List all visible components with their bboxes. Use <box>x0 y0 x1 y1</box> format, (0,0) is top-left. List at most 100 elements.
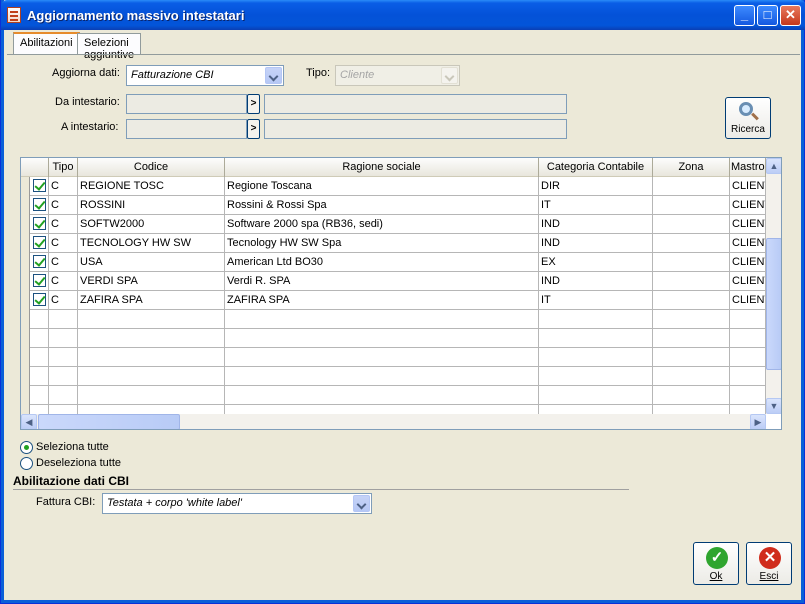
cell-zona[interactable] <box>653 291 730 310</box>
cell-categoria-contabile[interactable] <box>539 367 653 386</box>
horizontal-scrollbar[interactable]: ◀ ▶ <box>21 414 766 429</box>
scroll-left-icon[interactable]: ◀ <box>21 414 37 429</box>
chevron-down-icon[interactable] <box>353 495 370 512</box>
horizontal-scroll-thumb[interactable] <box>38 414 180 429</box>
row-selector[interactable] <box>21 386 30 405</box>
vertical-scroll-thumb[interactable] <box>766 238 781 370</box>
cell-codice[interactable] <box>78 310 225 329</box>
maximize-button[interactable]: □ <box>757 5 778 26</box>
table-row[interactable]: C TECNOLOGY HW SW Tecnology HW SW Spa IND CL… <box>21 234 766 253</box>
scroll-up-icon[interactable]: ▲ <box>766 158 781 174</box>
table-row[interactable]: CVERDI SPAVerdi R. SPAIND CLIENT <box>21 272 766 291</box>
row-checkbox[interactable] <box>33 198 46 211</box>
fattura-cbi-select[interactable]: Testata + corpo 'white label' <box>102 493 372 514</box>
tab-abilitazioni[interactable]: Abilitazioni <box>13 32 80 55</box>
cell-zona[interactable] <box>653 367 730 386</box>
vertical-scrollbar[interactable]: ▲ ▼ <box>766 158 781 414</box>
esci-button[interactable]: ✕ Esci <box>746 542 792 585</box>
cell-zona[interactable] <box>653 234 730 253</box>
cell-ragione-sociale[interactable] <box>225 386 539 405</box>
scroll-right-icon[interactable]: ▶ <box>750 414 766 429</box>
cell-tipo[interactable]: C <box>49 177 78 196</box>
da-intestario-zoom-button[interactable]: > <box>247 94 260 114</box>
cell-mastro[interactable] <box>730 386 766 405</box>
row-selector[interactable] <box>21 177 30 196</box>
cell-ragione-sociale[interactable] <box>225 329 539 348</box>
row-selector[interactable] <box>21 196 30 215</box>
cell-categoria-contabile[interactable] <box>539 386 653 405</box>
row-selector[interactable] <box>21 272 30 291</box>
header-tipo[interactable]: Tipo <box>49 158 78 177</box>
cell-ragione-sociale[interactable] <box>225 348 539 367</box>
row-selector[interactable] <box>21 329 30 348</box>
cell-codice[interactable]: VERDI SPA <box>78 272 225 291</box>
deselect-all-label[interactable]: Deseleziona tutte <box>36 457 121 469</box>
cell-zona[interactable] <box>653 196 730 215</box>
cell-ragione-sociale[interactable] <box>225 310 539 329</box>
deselect-all-radio[interactable] <box>20 457 33 470</box>
row-checkbox[interactable] <box>33 179 46 192</box>
cell-mastro[interactable] <box>730 310 766 329</box>
table-row[interactable]: CROSSINIRossini & Rossi SpaIT CLIENT <box>21 196 766 215</box>
row-checkbox[interactable] <box>33 236 46 249</box>
row-selector[interactable] <box>21 367 30 386</box>
cell-categoria-contabile[interactable]: IND <box>539 215 653 234</box>
cell-categoria-contabile[interactable] <box>539 348 653 367</box>
cell-ragione-sociale[interactable]: American Ltd BO30 <box>225 253 539 272</box>
cell-mastro[interactable]: CLIENT <box>730 196 766 215</box>
select-all-label[interactable]: Seleziona tutte <box>36 441 109 453</box>
row-checkbox[interactable] <box>33 274 46 287</box>
a-intestario-zoom-button[interactable]: > <box>247 119 260 139</box>
header-categoria-contabile[interactable]: Categoria Contabile <box>539 158 653 177</box>
da-intestario-code-field[interactable] <box>126 94 247 114</box>
cell-ragione-sociale[interactable]: Software 2000 spa (RB36, sedi) <box>225 215 539 234</box>
row-selector[interactable] <box>21 348 30 367</box>
table-row[interactable]: CZAFIRA SPAZAFIRA SPAITCLIENT <box>21 291 766 310</box>
table-row[interactable] <box>21 310 766 329</box>
cell-ragione-sociale[interactable]: ZAFIRA SPA <box>225 291 539 310</box>
cell-mastro[interactable]: CLIENT <box>730 215 766 234</box>
tab-selezioni-aggiuntive[interactable]: Selezioni aggiuntive <box>77 33 142 61</box>
cell-tipo[interactable]: C <box>49 234 78 253</box>
cell-categoria-contabile[interactable]: EX <box>539 253 653 272</box>
cell-codice[interactable] <box>78 348 225 367</box>
aggiorna-dati-select[interactable]: Fatturazione CBI <box>126 65 284 86</box>
cell-zona[interactable] <box>653 177 730 196</box>
ricerca-button[interactable]: Ricerca <box>725 97 771 139</box>
row-checkbox[interactable] <box>33 293 46 306</box>
cell-codice[interactable]: TECNOLOGY HW SW <box>78 234 225 253</box>
cell-zona[interactable] <box>653 348 730 367</box>
cell-tipo[interactable] <box>49 310 78 329</box>
header-ragione-sociale[interactable]: Ragione sociale <box>225 158 539 177</box>
row-selector[interactable] <box>21 291 30 310</box>
cell-mastro[interactable]: CLIENT <box>730 272 766 291</box>
header-select[interactable] <box>21 158 49 177</box>
cell-tipo[interactable] <box>49 367 78 386</box>
cell-mastro[interactable]: CLIENT <box>730 291 766 310</box>
cell-codice[interactable]: ZAFIRA SPA <box>78 291 225 310</box>
cell-categoria-contabile[interactable]: IND <box>539 234 653 253</box>
cell-ragione-sociale[interactable]: Regione Toscana <box>225 177 539 196</box>
close-button[interactable]: ✕ <box>780 5 801 26</box>
cell-tipo[interactable]: C <box>49 196 78 215</box>
cell-mastro[interactable]: CLIENT <box>730 253 766 272</box>
cell-mastro[interactable]: CLIENT <box>730 177 766 196</box>
cell-tipo[interactable]: C <box>49 253 78 272</box>
cell-ragione-sociale[interactable] <box>225 367 539 386</box>
header-mastro[interactable]: Mastro <box>730 158 766 177</box>
cell-mastro[interactable] <box>730 367 766 386</box>
cell-categoria-contabile[interactable] <box>539 310 653 329</box>
table-row[interactable] <box>21 386 766 405</box>
cell-zona[interactable] <box>653 386 730 405</box>
cell-ragione-sociale[interactable]: Rossini & Rossi Spa <box>225 196 539 215</box>
cell-ragione-sociale[interactable]: Verdi R. SPA <box>225 272 539 291</box>
cell-zona[interactable] <box>653 329 730 348</box>
a-intestario-code-field[interactable] <box>126 119 247 139</box>
cell-codice[interactable] <box>78 329 225 348</box>
cell-categoria-contabile[interactable]: IT <box>539 291 653 310</box>
title-bar[interactable]: Aggiornamento massivo intestatari _ □ ✕ <box>1 0 805 30</box>
cell-codice[interactable] <box>78 367 225 386</box>
table-row[interactable] <box>21 329 766 348</box>
cell-tipo[interactable] <box>49 386 78 405</box>
cell-categoria-contabile[interactable]: IT <box>539 196 653 215</box>
